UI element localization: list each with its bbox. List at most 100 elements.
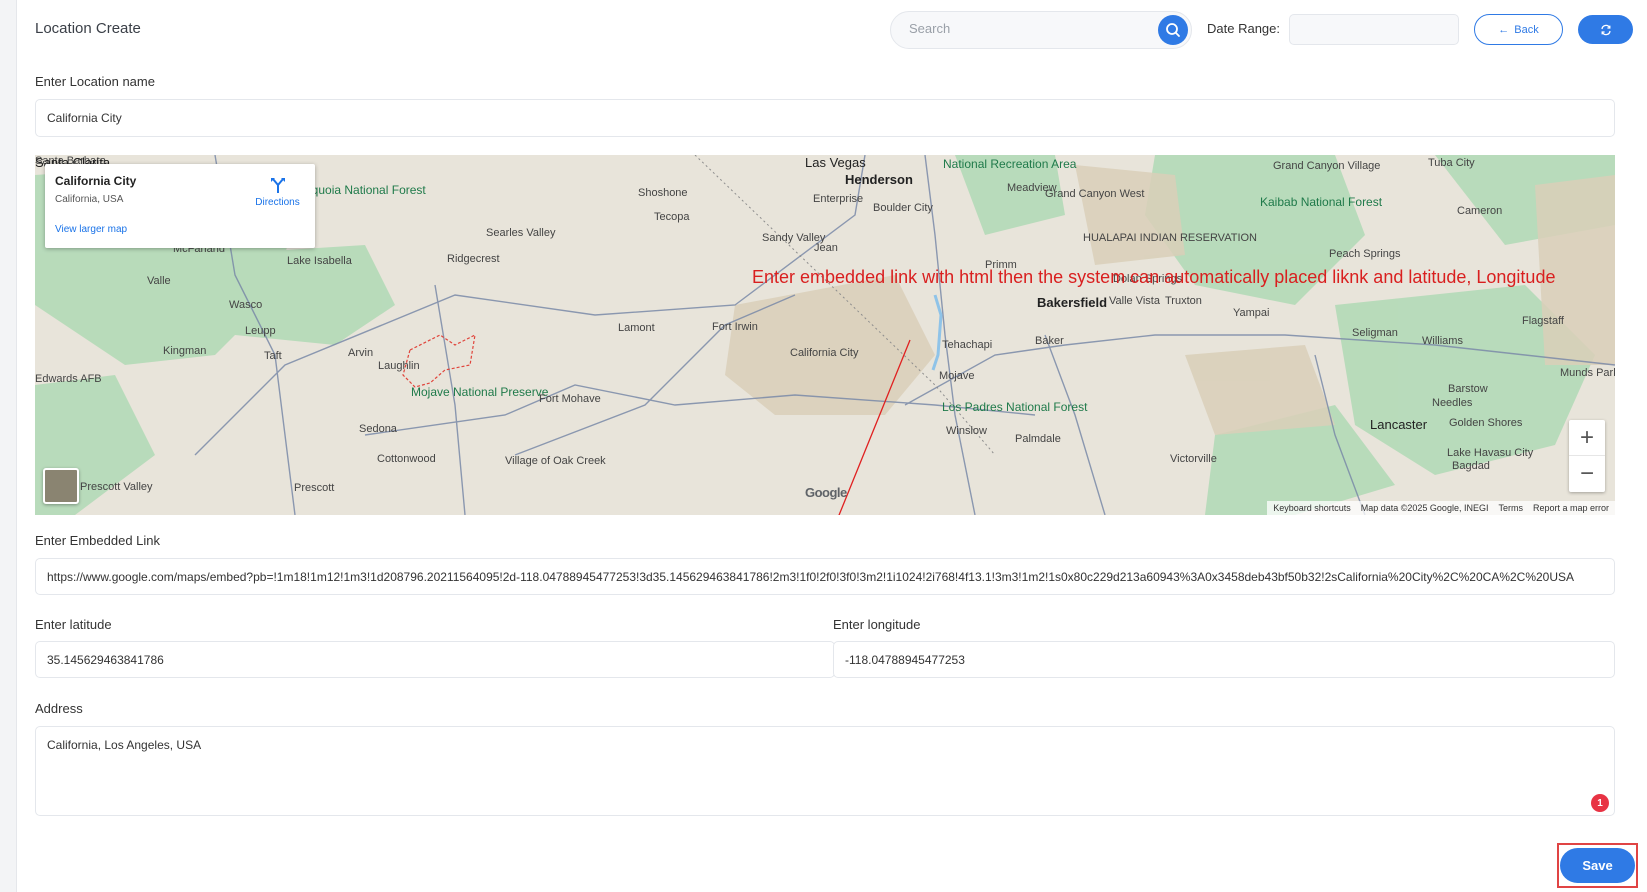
longitude-input[interactable]	[833, 641, 1615, 678]
zoom-in-button[interactable]: +	[1569, 420, 1605, 456]
search-button[interactable]	[1158, 15, 1188, 45]
map-place-label: Lamont	[618, 322, 655, 334]
map-place-label: Boulder City	[873, 202, 933, 214]
date-range-input[interactable]	[1289, 14, 1459, 45]
map-data-credit: Map data ©2025 Google, INEGI	[1360, 503, 1489, 513]
map-place-label: HUALAPAI INDIAN RESERVATION	[1083, 232, 1258, 244]
map-place-label: Bakersfield	[1037, 295, 1108, 310]
map-place-label: National Recreation Area	[943, 157, 1077, 171]
map-place-label: Los Padres National Forest	[942, 400, 1088, 414]
map-place-label: Tuba City	[1428, 157, 1475, 169]
map-place-label: Lancaster	[1370, 417, 1428, 432]
map-place-label: Grand Canyon West	[1045, 188, 1145, 200]
refresh-button[interactable]	[1578, 15, 1633, 44]
location-name-input[interactable]	[35, 99, 1615, 137]
save-button[interactable]: Save	[1560, 848, 1635, 883]
latitude-label: Enter latitude	[35, 617, 112, 632]
error-count-badge: 1	[1591, 794, 1609, 812]
plus-icon: +	[1579, 423, 1594, 451]
map-place-label: Lake Isabella	[287, 255, 352, 267]
arrow-left-icon: ←	[1498, 23, 1510, 36]
map-place-label: Cottonwood	[377, 453, 436, 465]
directions-button[interactable]: Directions	[250, 176, 305, 208]
directions-icon	[270, 178, 285, 193]
terms-link[interactable]: Terms	[1498, 503, 1523, 513]
refresh-icon	[1600, 24, 1611, 35]
map-place-label: Barstow	[1448, 383, 1488, 395]
map-place-label: Taft	[264, 350, 282, 362]
map-footer: Keyboard shortcuts Map data ©2025 Google…	[1267, 501, 1615, 515]
card-subtitle: California, USA	[55, 194, 124, 205]
search-box[interactable]	[890, 11, 1192, 49]
map-place-label: Valle Vista	[1109, 295, 1160, 307]
map-place-label: Lake Havasu City	[1447, 447, 1534, 459]
view-larger-map-link[interactable]: View larger map	[55, 224, 127, 235]
search-icon	[1166, 23, 1180, 37]
map-place-label: Bagdad	[1452, 460, 1490, 472]
page-title: Location Create	[35, 20, 141, 37]
map-place-label: Golden Shores	[1449, 417, 1523, 429]
address-textarea[interactable]: California, Los Angeles, USA	[35, 726, 1615, 816]
map-place-label: Munds Park	[1560, 367, 1615, 379]
map-place-label: Las Vegas	[805, 155, 866, 170]
back-button[interactable]: ← Back	[1474, 14, 1563, 45]
map-place-label: Laughlin	[378, 360, 420, 372]
back-button-label: Back	[1514, 23, 1539, 36]
search-input[interactable]	[909, 21, 1139, 36]
map-place-label: Enterprise	[813, 193, 864, 205]
map-place-label: Fort Irwin	[712, 321, 758, 333]
map-place-label: Winslow	[946, 425, 987, 437]
map-place-label: Henderson	[845, 172, 913, 187]
map-place-label: Leupp	[245, 325, 276, 337]
zoom-controls: + −	[1569, 420, 1605, 492]
map-place-label: Kaibab National Forest	[1260, 195, 1383, 209]
latitude-input[interactable]	[35, 641, 835, 678]
keyboard-shortcuts-link[interactable]: Keyboard shortcuts	[1273, 503, 1351, 513]
map-place-label: Village of Oak Creek	[505, 455, 606, 467]
map-place-label: Yampai	[1233, 307, 1270, 319]
map-place-label: Sedona	[359, 423, 397, 435]
zoom-out-button[interactable]: −	[1569, 456, 1605, 492]
map-place-label: Seligman	[1352, 327, 1398, 339]
map-place-label: Needles	[1432, 397, 1473, 409]
address-label: Address	[35, 701, 83, 716]
map-place-label: Mojave	[939, 370, 975, 382]
satellite-toggle[interactable]	[43, 468, 79, 504]
map-place-label: Arvin	[348, 347, 374, 359]
map-place-label: Grand Canyon Village	[1273, 160, 1381, 172]
map-place-label: California City	[790, 347, 859, 359]
map-place-label: Edwards AFB	[35, 373, 102, 385]
map-place-label: Victorville	[1170, 453, 1217, 465]
directions-label: Directions	[255, 197, 300, 208]
card-title: California City	[55, 174, 137, 188]
map-place-label: Jean	[814, 242, 838, 254]
embedded-link-label: Enter Embedded Link	[35, 533, 161, 548]
map-place-label: Sequoia National Forest	[297, 183, 426, 197]
map-info-card: California City California, USA View lar…	[45, 164, 315, 248]
report-error-link[interactable]: Report a map error	[1533, 503, 1609, 513]
map-place-label: Kingman	[163, 345, 207, 357]
map-place-label: Peach Springs	[1329, 248, 1401, 260]
map-place-label: Cameron	[1457, 205, 1503, 217]
map-place-label: Searles Valley	[486, 227, 556, 239]
longitude-label: Enter longitude	[833, 617, 921, 632]
map-place-label: Tehachapi	[942, 339, 993, 351]
minus-icon: −	[1579, 460, 1594, 487]
map-place-label: Truxton	[1165, 295, 1202, 307]
map-place-label: Ridgecrest	[447, 253, 500, 265]
location-name-label: Enter Location name	[35, 74, 155, 89]
date-range-label: Date Range:	[1207, 21, 1280, 36]
map-place-label: Palmdale	[1015, 433, 1061, 445]
map-place-label: Fort Mohave	[539, 393, 601, 405]
map-place-label: Prescott Valley	[80, 481, 153, 493]
page: Location Create Date Range: ← Back Enter…	[16, 0, 1647, 892]
map-place-label: Baker	[1035, 335, 1064, 347]
map-place-label: Williams	[1422, 335, 1463, 347]
map-place-label: Shoshone	[638, 187, 688, 199]
map-place-label: Tecopa	[654, 211, 690, 223]
map-embed[interactable]: Las Vegas Henderson Boulder City Enterprise…	[35, 155, 1615, 515]
map-place-label: Mojave National Preserve	[411, 385, 549, 399]
map-place-label: Flagstaff	[1522, 315, 1564, 327]
embedded-link-input[interactable]	[35, 558, 1615, 595]
map-place-label: Wasco	[229, 299, 263, 311]
